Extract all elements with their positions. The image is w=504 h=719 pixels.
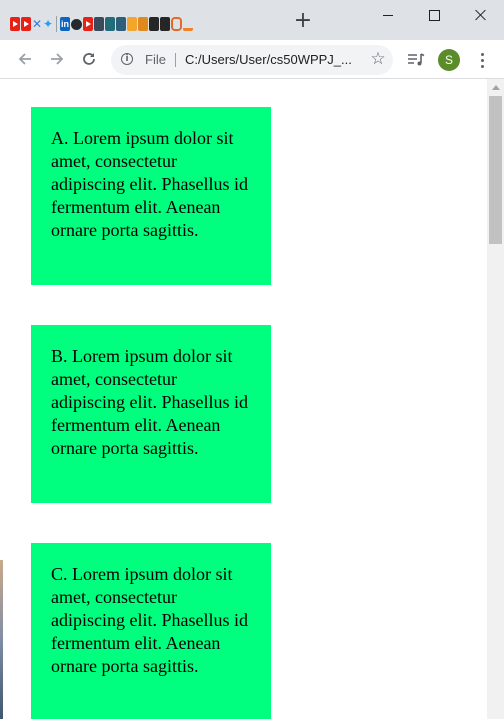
media-control-button[interactable] — [405, 49, 427, 71]
content-box: C. Lorem ipsum dolor sit amet, consectet… — [31, 543, 271, 719]
pinned-tabs: ✕ ✦ in — [10, 14, 193, 34]
cross-icon[interactable]: ✕ — [32, 17, 42, 31]
vertical-scrollbar[interactable] — [487, 79, 504, 719]
profile-avatar[interactable]: S — [438, 49, 460, 71]
arrow-right-icon — [51, 53, 64, 65]
back-button[interactable] — [11, 45, 39, 73]
youtube-icon[interactable] — [21, 17, 31, 31]
minimize-button[interactable] — [365, 0, 411, 30]
page-viewport: A. Lorem ipsum dolor sit amet, consectet… — [0, 79, 487, 719]
site-icon[interactable] — [138, 17, 148, 31]
close-button[interactable] — [458, 0, 504, 30]
url-text[interactable]: C:/Users/User/cs50WPPJ_... — [185, 52, 352, 67]
tab-strip: ✕ ✦ in + — [0, 0, 504, 40]
content-box: A. Lorem ipsum dolor sit amet, consectet… — [31, 107, 271, 285]
info-icon[interactable]: i — [121, 53, 133, 65]
site-icon[interactable] — [149, 17, 159, 31]
browser-window: ✕ ✦ in + i File C:/Users/User/cs50WPPJ_.… — [0, 0, 504, 719]
address-separator — [175, 53, 176, 67]
tab-separator — [56, 16, 57, 32]
reload-icon — [83, 53, 95, 65]
playlist-icon — [408, 53, 425, 66]
site-icon[interactable] — [116, 17, 126, 31]
youtube-icon[interactable] — [10, 17, 20, 31]
site-icon[interactable] — [171, 17, 182, 31]
site-icon[interactable] — [160, 17, 170, 31]
youtube-icon[interactable] — [83, 17, 93, 31]
close-icon — [475, 9, 487, 21]
menu-dot — [480, 58, 484, 62]
menu-dot — [480, 64, 484, 68]
forward-button[interactable] — [43, 45, 71, 73]
content-box: B. Lorem ipsum dolor sit amet, consectet… — [31, 325, 271, 503]
twitter-icon[interactable]: ✦ — [43, 17, 53, 31]
minimize-icon — [383, 14, 393, 16]
scrollbar-thumb[interactable] — [489, 96, 502, 244]
browser-menu-button[interactable] — [474, 49, 490, 71]
bookmark-star-icon[interactable]: ☆ — [367, 48, 389, 70]
site-icon[interactable] — [105, 17, 115, 31]
new-tab-button[interactable]: + — [293, 10, 313, 32]
scheme-label: File — [145, 52, 166, 67]
arrow-left-icon — [18, 53, 31, 65]
menu-dot — [480, 52, 484, 56]
desktop-edge — [0, 560, 3, 719]
site-icon[interactable] — [127, 17, 137, 31]
github-icon[interactable] — [71, 18, 82, 30]
stackoverflow-icon[interactable] — [183, 18, 193, 31]
maximize-icon — [428, 9, 440, 21]
site-icon[interactable] — [94, 17, 104, 31]
linkedin-icon[interactable]: in — [60, 17, 70, 31]
maximize-button[interactable] — [411, 0, 457, 30]
address-bar[interactable]: i File C:/Users/User/cs50WPPJ_... ☆ — [111, 45, 393, 75]
scroll-up-arrow-icon[interactable] — [492, 85, 500, 90]
reload-button[interactable] — [75, 45, 103, 73]
browser-toolbar: i File C:/Users/User/cs50WPPJ_... ☆ S — [0, 40, 504, 79]
